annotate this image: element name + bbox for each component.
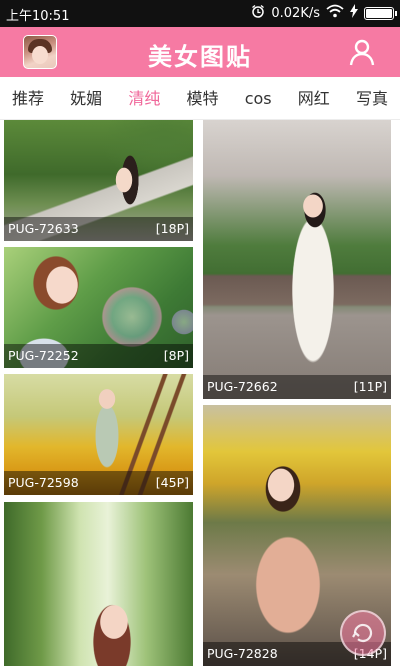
- network-speed: 0.02K/s: [271, 5, 320, 21]
- card-id: PUG-72598: [8, 475, 79, 490]
- card-id: PUG-72828: [207, 646, 278, 661]
- tab-0[interactable]: 推荐: [12, 77, 44, 119]
- status-time: 上午10:51: [6, 9, 70, 24]
- photo: [203, 120, 391, 399]
- gallery-card[interactable]: [4, 502, 193, 666]
- tab-5[interactable]: 网红: [298, 77, 330, 119]
- gallery-card[interactable]: PUG-72633 [18P]: [4, 120, 193, 241]
- status-bar: 上午10:51 0.02K/s: [0, 0, 400, 27]
- card-id: PUG-72633: [8, 221, 79, 236]
- charging-icon: [350, 4, 358, 22]
- app-header: 美女图贴: [0, 27, 400, 77]
- photo: [4, 502, 193, 666]
- tab-1[interactable]: 妩媚: [70, 77, 102, 119]
- alarm-icon: [251, 4, 265, 22]
- card-caption: PUG-72252 [8P]: [4, 344, 193, 368]
- wifi-icon: [326, 4, 344, 22]
- tab-4[interactable]: cos: [245, 77, 272, 119]
- gallery-card[interactable]: PUG-72662 [11P]: [203, 120, 391, 399]
- status-icons: 0.02K/s: [251, 4, 397, 22]
- card-count: [45P]: [155, 475, 189, 490]
- card-count: [8P]: [163, 348, 189, 363]
- tab-6[interactable]: 写真: [356, 77, 388, 119]
- gallery: PUG-72633 [18P] PUG-72252 [8P] PUG-72598…: [0, 120, 400, 666]
- gallery-card[interactable]: PUG-72598 [45P]: [4, 374, 193, 495]
- refresh-icon[interactable]: [340, 610, 386, 656]
- card-id: PUG-72252: [8, 348, 79, 363]
- app-title: 美女图贴: [148, 43, 252, 71]
- card-caption: PUG-72662 [11P]: [203, 375, 391, 399]
- battery-icon: [364, 6, 397, 20]
- card-caption: PUG-72633 [18P]: [4, 217, 193, 241]
- card-count: [18P]: [155, 221, 189, 236]
- card-id: PUG-72662: [207, 379, 278, 394]
- card-caption: PUG-72598 [45P]: [4, 471, 193, 495]
- tab-2-active[interactable]: 清纯: [128, 77, 160, 119]
- gallery-card[interactable]: PUG-72252 [8P]: [4, 247, 193, 368]
- category-tabs: 推荐 妩媚 清纯 模特 cos 网红 写真: [0, 77, 400, 120]
- user-icon[interactable]: [348, 38, 376, 66]
- card-count: [11P]: [353, 379, 387, 394]
- tab-3[interactable]: 模特: [187, 77, 219, 119]
